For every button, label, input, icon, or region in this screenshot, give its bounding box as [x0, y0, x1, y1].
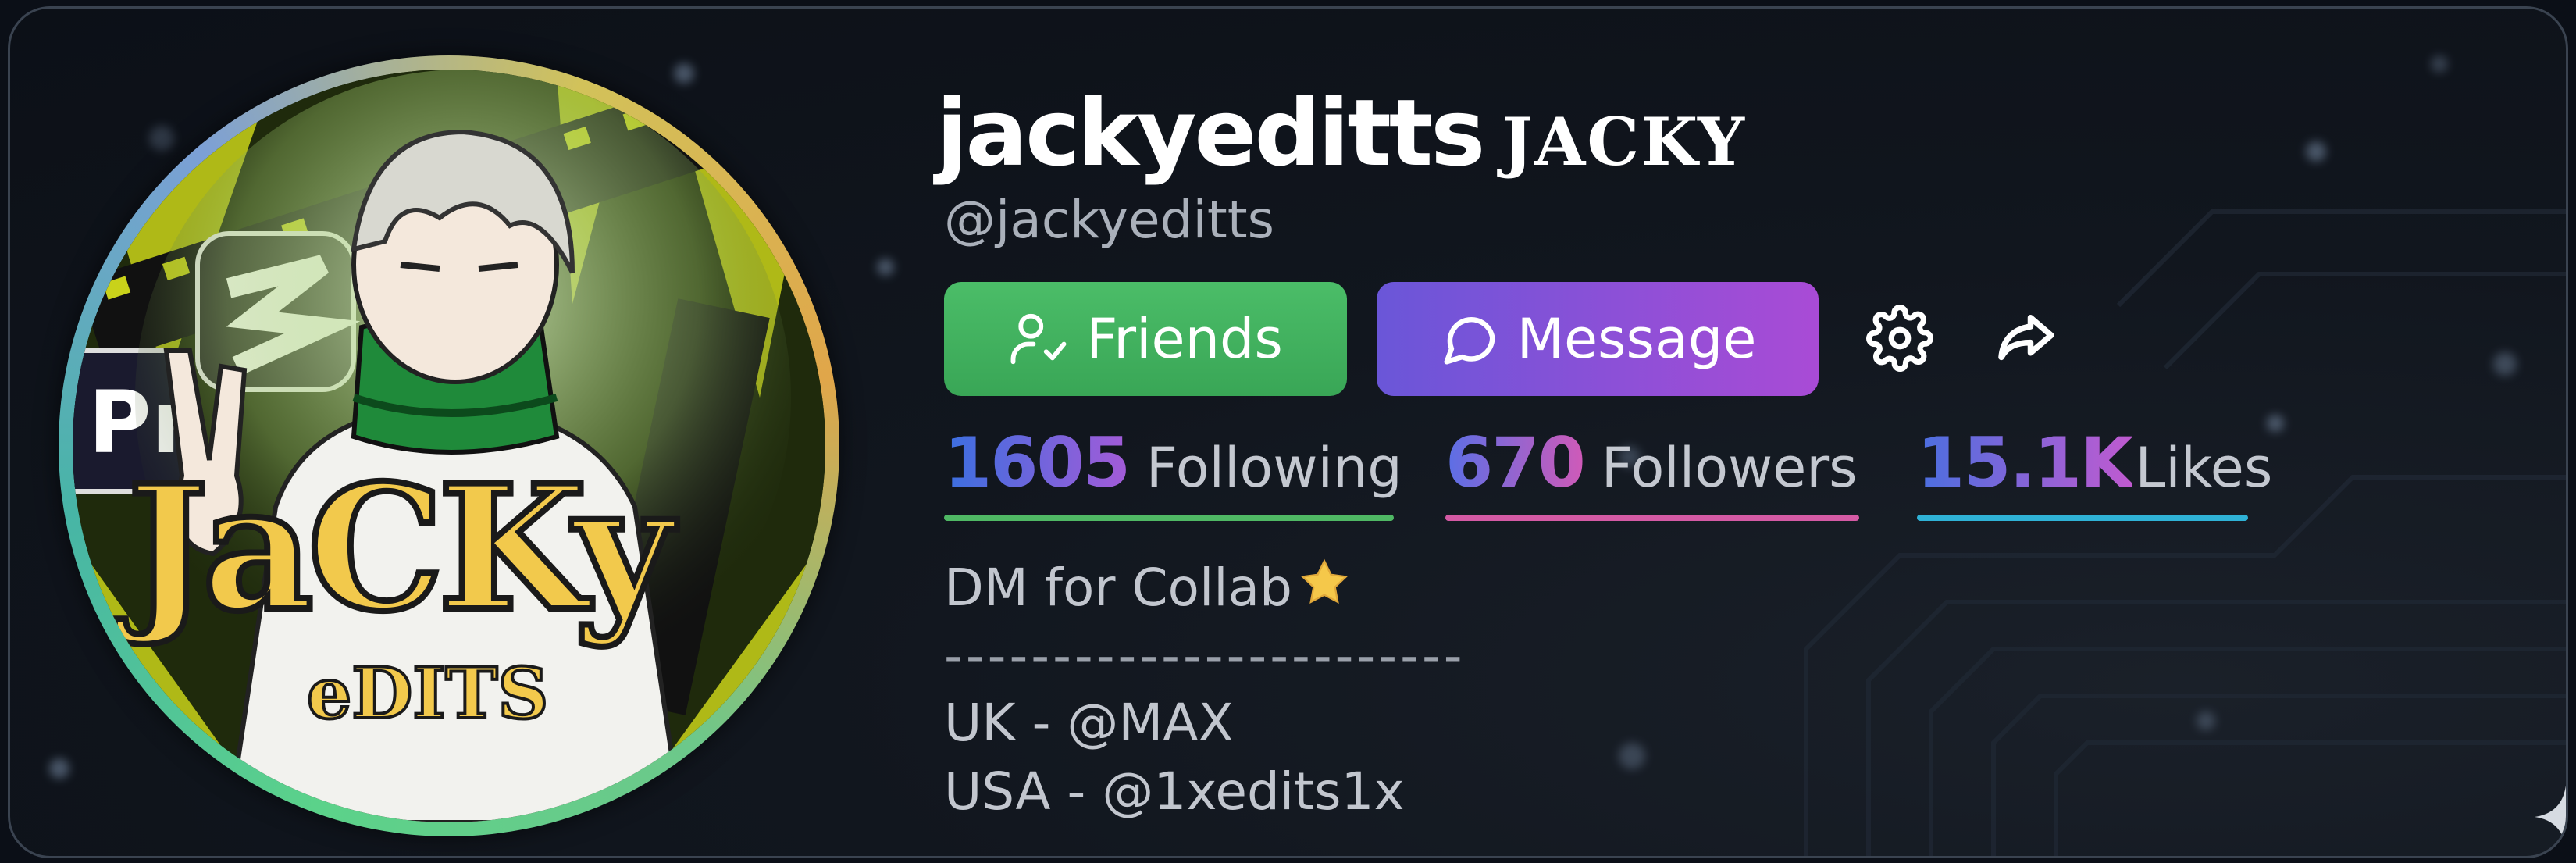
display-name-stylized: JACKY	[1502, 103, 1746, 180]
share-button[interactable]	[1986, 299, 2064, 377]
stat-following-label: Following	[1145, 436, 1402, 500]
stat-likes-label: Likes	[2135, 436, 2273, 500]
display-name-text: jackyeditts	[936, 79, 1485, 187]
message-button-label: Message	[1516, 307, 1757, 371]
username-handle: @jackyeditts	[944, 190, 1274, 250]
stat-followers[interactable]: 670 Followers	[1445, 423, 1859, 524]
stat-following-value: 1605	[944, 423, 1131, 503]
friends-button[interactable]: Friends	[944, 282, 1347, 396]
svg-text:JaCKy: JaCKy	[114, 447, 678, 649]
star-icon	[1297, 555, 1352, 622]
stat-followers-underline	[1445, 515, 1859, 521]
avatar-image: Pr JaCKy eDITS	[73, 70, 825, 822]
friends-button-label: Friends	[1086, 307, 1283, 371]
svg-text:eDITS: eDITS	[307, 652, 548, 735]
stat-likes[interactable]: 15.1KLikes	[1917, 423, 2272, 524]
settings-button[interactable]	[1861, 299, 1939, 377]
bio-divider: ------------------------	[944, 626, 1466, 686]
stat-likes-underline	[1917, 515, 2248, 521]
stat-followers-label: Followers	[1601, 436, 1858, 500]
gear-icon	[1866, 305, 1933, 372]
stat-likes-value: 15.1K	[1917, 423, 2133, 503]
chat-bubble-icon	[1444, 316, 1495, 365]
bio-line: USA - @1xedits1x	[944, 761, 1405, 822]
bio-line: DM for Collab	[944, 555, 1352, 622]
message-button[interactable]: Message	[1377, 282, 1819, 396]
avatar[interactable]: Pr JaCKy eDITS	[59, 55, 839, 836]
bio-line: UK - @MAX	[944, 693, 1234, 753]
stat-followers-value: 670	[1445, 423, 1586, 503]
sparkle-icon	[2535, 786, 2566, 848]
share-icon	[1998, 315, 2054, 361]
profile-card: Pr JaCKy eDITS	[8, 6, 2568, 858]
stat-following[interactable]: 1605 Following	[944, 423, 1402, 524]
display-name: jackyeditts JACKY	[936, 79, 1746, 196]
stat-following-underline	[944, 515, 1394, 521]
bio-collab-text: DM for Collab	[944, 558, 1292, 618]
user-check-icon	[1010, 313, 1067, 365]
